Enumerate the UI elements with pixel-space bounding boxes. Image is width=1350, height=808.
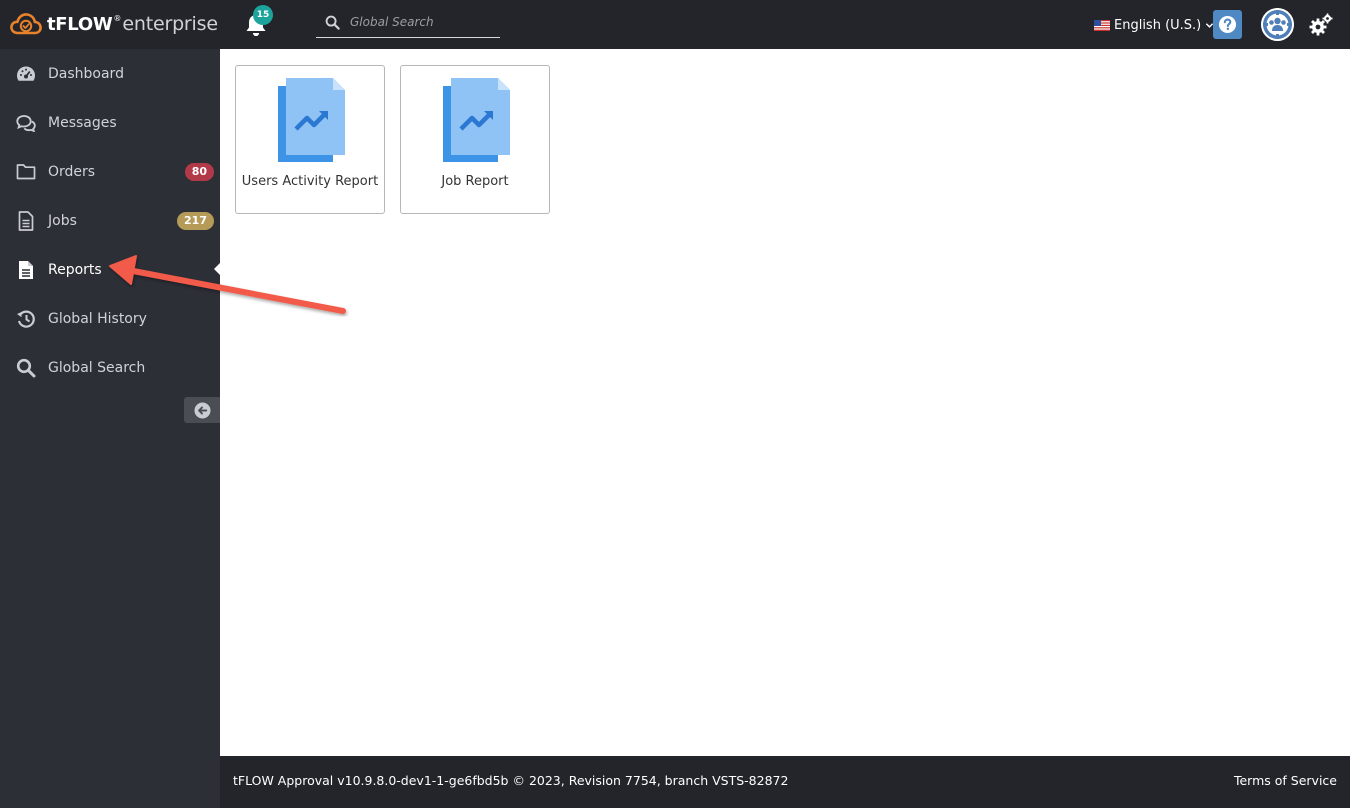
sidebar-item-messages[interactable]: Messages: [0, 98, 220, 147]
sidebar-item-label: Orders: [48, 163, 96, 180]
sidebar-item-label: Reports: [48, 261, 102, 278]
language-label: English (U.S.): [1114, 17, 1202, 33]
footer: tFLOW Approval v10.9.8.0-dev1-1-ge6fbd5b…: [220, 756, 1350, 808]
brand-logo[interactable]: tFLOW ® enterprise: [10, 9, 218, 39]
brand-registered-mark: ®: [113, 13, 122, 23]
report-chart-icon: [278, 78, 345, 162]
jobs-count-badge: 217: [177, 211, 214, 230]
brand-subtitle: enterprise: [122, 13, 218, 35]
user-group-gear-icon: [1261, 8, 1294, 41]
brand-name: tFLOW: [47, 13, 113, 35]
arrow-left-circle-icon: [193, 401, 211, 419]
global-search-input[interactable]: [350, 11, 496, 33]
sidebar-item-label: Global History: [48, 310, 147, 327]
sidebar-item-dashboard[interactable]: Dashboard: [0, 49, 220, 98]
report-card-label: Job Report: [441, 174, 509, 189]
search-icon[interactable]: [325, 15, 340, 30]
reports-panel: Users Activity Report Job Report: [220, 49, 1350, 756]
report-chart-icon: [443, 78, 510, 162]
sidebar-item-orders[interactable]: Orders 80: [0, 147, 220, 196]
collapse-sidebar-button[interactable]: [184, 397, 220, 423]
sidebar-item-reports[interactable]: Reports: [0, 245, 220, 294]
us-flag-icon: [1094, 19, 1110, 31]
global-search: [316, 8, 500, 38]
user-avatar[interactable]: [1261, 8, 1294, 41]
terms-of-service-link[interactable]: Terms of Service: [1234, 773, 1337, 788]
cloud-check-icon: [10, 13, 42, 35]
dashboard-gauge-icon: [16, 64, 36, 84]
report-file-icon: [16, 260, 36, 280]
sidebar-item-label: Dashboard: [48, 65, 124, 82]
report-card-users-activity[interactable]: Users Activity Report: [235, 65, 385, 214]
language-selector[interactable]: English (U.S.): [1094, 16, 1214, 34]
version-info: tFLOW Approval v10.9.8.0-dev1-1-ge6fbd5b…: [233, 773, 789, 788]
folder-icon: [16, 162, 36, 182]
sidebar-item-label: Jobs: [48, 212, 77, 229]
sidebar-item-jobs[interactable]: Jobs 217: [0, 196, 220, 245]
report-card-label: Users Activity Report: [241, 174, 379, 189]
sidebar-item-label: Global Search: [48, 359, 146, 376]
orders-count-badge: 80: [184, 162, 214, 181]
comments-icon: [16, 113, 36, 133]
settings-button[interactable]: [1309, 13, 1333, 37]
gears-icon: [1309, 13, 1333, 36]
top-bar: tFLOW®enterprise 15 English (U.S.): [0, 0, 1350, 49]
sidebar-item-global-history[interactable]: Global History: [0, 294, 220, 343]
sidebar-item-global-search[interactable]: Global Search: [0, 343, 220, 392]
document-icon: [16, 210, 36, 231]
notification-count-badge[interactable]: 15: [253, 5, 273, 25]
sidebar: Dashboard Messages Orders 80 Jobs 217 Re…: [0, 49, 220, 808]
help-button[interactable]: [1213, 10, 1242, 39]
question-icon: [1218, 15, 1237, 34]
report-card-job[interactable]: Job Report: [400, 65, 550, 214]
search-icon: [16, 358, 36, 378]
history-icon: [16, 309, 36, 329]
sidebar-item-label: Messages: [48, 114, 117, 131]
